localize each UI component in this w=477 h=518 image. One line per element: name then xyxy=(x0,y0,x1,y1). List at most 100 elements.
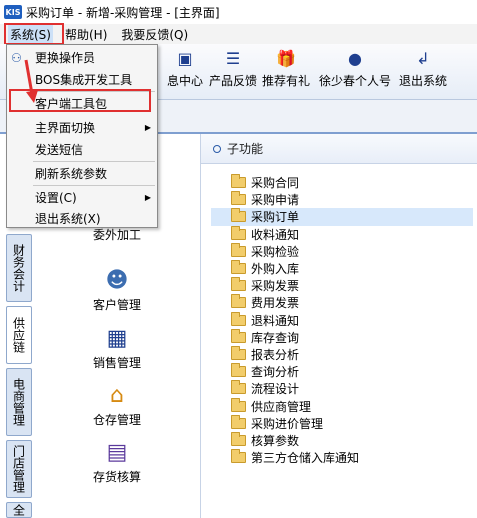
folder-icon xyxy=(231,449,246,464)
subfunction-tree: 采购合同采购申请采购订单收料通知采购检验外购入库采购发票费用发票退料通知库存查询… xyxy=(211,174,473,466)
subfunction-item[interactable]: 流程设计 xyxy=(231,380,471,397)
folder-icon xyxy=(231,242,246,257)
menu-item-exit-system[interactable]: 退出系统(X) xyxy=(7,208,157,229)
module-outsource-label: 委外加工 xyxy=(92,228,141,242)
module-customer-label: 客户管理 xyxy=(92,298,141,312)
subfunction-item[interactable]: 核算参数 xyxy=(231,431,471,449)
menu-item-label: 发送短信 xyxy=(35,143,84,157)
subfunction-item[interactable]: 查询分析 xyxy=(231,363,471,380)
toolbar-recommend-gift[interactable]: 🎁 推荐有礼 xyxy=(251,50,321,89)
subfunction-item-label: 采购发票 xyxy=(251,279,300,294)
subfunction-item[interactable]: 采购检验 xyxy=(231,242,471,260)
subfunction-item-label: 费用发票 xyxy=(251,296,300,311)
bullet-icon xyxy=(213,144,221,153)
module-customer[interactable]: ☻ 客户管理 xyxy=(72,268,162,313)
message-icon: ▣ xyxy=(177,49,193,68)
menu-item-label: 设置(C) xyxy=(35,191,77,205)
subfunction-item-label: 外购入库 xyxy=(251,262,300,277)
subfunction-item[interactable]: 采购合同 xyxy=(231,174,471,191)
subfunction-item-label: 查询分析 xyxy=(251,365,300,380)
subfunction-item-label: 收料通知 xyxy=(251,227,300,242)
window-title: 采购订单 - 新增-采购管理 - [主界面] xyxy=(26,5,220,20)
subfunction-item[interactable]: 采购发票 xyxy=(231,277,471,294)
subfunction-item-label: 供应商管理 xyxy=(251,399,312,414)
title-bar: KIS 采购订单 - 新增-采购管理 - [主界面] xyxy=(0,0,477,24)
subfunction-title: 子功能 xyxy=(227,142,264,156)
module-inventory-accounting-label: 存货核算 xyxy=(92,470,141,484)
folder-icon xyxy=(231,208,246,223)
subfunction-item-label: 核算参数 xyxy=(251,433,300,448)
folder-icon xyxy=(231,174,246,189)
folder-icon xyxy=(231,397,246,412)
subfunction-panel: 子功能 采购合同采购申请采购订单收料通知采购检验外购入库采购发票费用发票退料通知… xyxy=(200,134,477,518)
warehouse-icon: ⌂ xyxy=(110,383,124,408)
folder-icon xyxy=(231,311,246,326)
subfunction-header: 子功能 xyxy=(201,134,477,164)
toolbar-exit-system[interactable]: ↲ 退出系统 xyxy=(388,50,458,89)
module-sales[interactable]: ▦ 销售管理 xyxy=(72,326,162,371)
red-arrow-icon xyxy=(24,59,38,103)
subfunction-item[interactable]: 库存查询 xyxy=(231,328,471,346)
subfunction-item[interactable]: 采购订单 xyxy=(211,208,473,226)
subfunction-item[interactable]: 供应商管理 xyxy=(231,397,471,414)
folder-icon xyxy=(231,294,246,309)
menu-item-settings[interactable]: 设置(C) xyxy=(7,187,157,208)
subfunction-item[interactable]: 费用发票 xyxy=(231,294,471,311)
folder-icon xyxy=(231,260,246,275)
menu-item-switch-main-ui[interactable]: 主界面切换 xyxy=(7,117,157,138)
folder-icon xyxy=(231,191,246,206)
menu-separator xyxy=(33,161,155,162)
subfunction-item-label: 采购检验 xyxy=(251,244,300,259)
folder-icon xyxy=(231,277,246,292)
toolbar-exit-system-label: 退出系统 xyxy=(398,74,447,88)
side-tab-supply-chain[interactable]: 供应链 xyxy=(6,306,32,364)
side-tab-all[interactable]: 全 xyxy=(6,502,32,518)
subfunction-item-label: 采购订单 xyxy=(251,210,300,225)
module-inventory-accounting[interactable]: ▤ 存货核算 xyxy=(72,440,162,485)
subfunction-item[interactable]: 收料通知 xyxy=(231,225,471,243)
kis-logo-icon: KIS xyxy=(4,5,22,19)
folder-icon xyxy=(231,414,246,429)
subfunction-item[interactable]: 退料通知 xyxy=(231,311,471,329)
folder-icon xyxy=(231,363,246,378)
module-warehouse-label: 仓存管理 xyxy=(92,413,141,427)
gift-icon: 🎁 xyxy=(276,49,296,68)
subfunction-item-label: 采购合同 xyxy=(251,176,300,191)
subfunction-item[interactable]: 第三方仓储入库通知 xyxy=(231,449,471,466)
module-sales-label: 销售管理 xyxy=(92,356,141,370)
menu-item-refresh-params[interactable]: 刷新系统参数 xyxy=(7,163,157,184)
folder-icon xyxy=(231,225,246,240)
feedback-icon: ☰ xyxy=(225,49,241,68)
menu-help[interactable]: 帮助(H) xyxy=(63,25,109,44)
inventory-accounting-icon: ▤ xyxy=(106,440,128,465)
subfunction-item-label: 退料通知 xyxy=(251,313,300,328)
subfunction-item-label: 采购进价管理 xyxy=(251,416,324,431)
folder-icon xyxy=(231,380,246,395)
avatar-icon: ● xyxy=(348,49,362,68)
side-tab-ecommerce[interactable]: 电商管理 xyxy=(6,368,32,436)
menu-item-label: BOS集成开发工具 xyxy=(35,73,133,87)
menu-item-label: 刷新系统参数 xyxy=(35,167,108,181)
highlight-box-system-menu xyxy=(4,23,64,45)
menu-bar: 系统(S) 帮助(H) 我要反馈(Q) xyxy=(0,24,477,44)
menu-item-label: 主界面切换 xyxy=(35,121,96,135)
module-warehouse[interactable]: ⌂ 仓存管理 xyxy=(72,383,162,428)
subfunction-item-label: 第三方仓储入库通知 xyxy=(251,451,360,466)
subfunction-item[interactable]: 外购入库 xyxy=(231,260,471,277)
subfunction-item-label: 报表分析 xyxy=(251,347,300,362)
exit-icon: ↲ xyxy=(416,49,430,68)
side-tab-store[interactable]: 门店管理 xyxy=(6,440,32,498)
subfunction-item-label: 库存查询 xyxy=(251,330,300,345)
subfunction-item[interactable]: 报表分析 xyxy=(231,345,471,363)
folder-icon xyxy=(231,431,246,446)
subfunction-item-label: 采购申请 xyxy=(251,193,300,208)
toolbar-product-feedback-label: 产品反馈 xyxy=(208,74,257,88)
toolbar-personal-account[interactable]: ● 徐少春个人号 xyxy=(314,50,396,89)
toolbar-recommend-gift-label: 推荐有礼 xyxy=(261,74,310,88)
subfunction-item[interactable]: 采购进价管理 xyxy=(231,414,471,432)
side-tab-finance[interactable]: 财务会计 xyxy=(6,234,32,302)
subfunction-item[interactable]: 采购申请 xyxy=(231,191,471,208)
subfunction-item-label: 流程设计 xyxy=(251,382,300,397)
menu-item-send-sms[interactable]: 发送短信 xyxy=(7,139,157,160)
menu-feedback[interactable]: 我要反馈(Q) xyxy=(119,25,190,44)
